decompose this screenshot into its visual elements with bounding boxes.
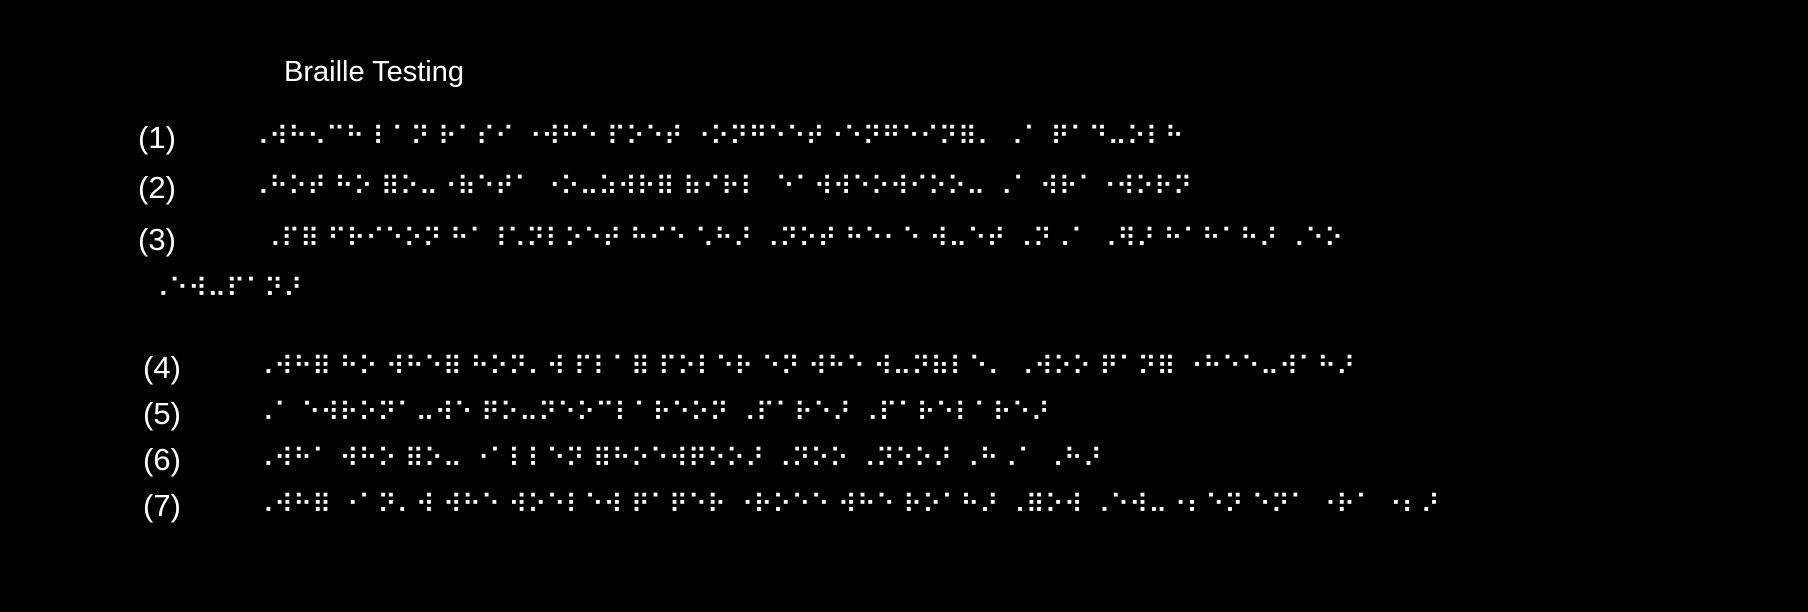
line-number: (7) — [143, 488, 181, 523]
page-title: Braille Testing — [284, 56, 465, 88]
line-number: (2) — [138, 170, 176, 205]
braille-text: ⠠⠏⠿ ⠋⠗⠊⠑⠕⠝ ⠓⠁⠸⠡⠝⠇⠕⠑⠞ ⠓⠊⠑ ⠡⠓⠜ ⠠⠝⠕⠞ ⠓⠑⠂⠑ ⠺… — [262, 224, 1344, 254]
line-number: (5) — [143, 396, 181, 431]
line-number: (3) — [138, 222, 176, 257]
braille-text: ⠠⠺⠓⠿ ⠐⠁⠝⠄⠺ ⠺⠓⠑ ⠺⠕⠑⠇⠑⠺ ⠟⠁⠟⠑⠗ ⠐⠗⠕⠑⠑ ⠺⠓⠑ ⠗⠕… — [255, 490, 1440, 520]
braille-text: ⠠⠺⠓⠢⠉⠓ ⠇⠁⠝ ⠗⠁⠎⠊ ⠐⠺⠓⠑ ⠏⠕⠑⠞ ⠐⠕⠝⠛⠑⠑⠞⠐⠑⠝⠛⠑⠊⠝… — [250, 122, 1184, 152]
line-number: (6) — [143, 442, 181, 477]
line-number: (4) — [143, 350, 181, 385]
braille-text: ⠠⠁ ⠑⠺⠗⠕⠝⠁⠤⠺⠑ ⠟⠕⠤⠝⠑⠕⠉⠇⠁⠗⠑⠕⠝ ⠠⠏⠁⠗⠑⠜ ⠠⠏⠁⠗⠑⠇… — [255, 398, 1050, 428]
braille-page: Braille Testing (1) ⠠⠺⠓⠢⠉⠓ ⠇⠁⠝ ⠗⠁⠎⠊ ⠐⠺⠓⠑… — [0, 0, 1808, 612]
line-number: (1) — [138, 120, 176, 155]
braille-text: ⠠⠺⠓⠿ ⠓⠕ ⠺⠓⠑⠿ ⠓⠕⠝⠄⠺ ⠏⠇⠁⠿ ⠏⠕⠇⠑⠗ ⠑⠝ ⠺⠓⠑ ⠺⠤⠝… — [255, 352, 1356, 382]
braille-text: ⠠⠑⠺⠤⠏⠁⠝⠜ — [150, 274, 303, 304]
braille-text: ⠠⠺⠓⠁ ⠺⠓⠕ ⠿⠕⠤ ⠐⠁⠇⠇⠑⠝ ⠿⠓⠕⠑⠺⠟⠕⠕⠜ ⠠⠝⠕⠕ ⠠⠝⠕⠕⠜… — [255, 444, 1102, 474]
braille-text: ⠠⠓⠕⠞ ⠓⠕ ⠿⠕⠤⠐⠷⠑⠞⠁ ⠐⠕⠤⠵⠺⠗⠿ ⠷⠊⠗⠇ ⠑⠁⠺⠺⠑⠕⠺⠊⠕⠕… — [250, 172, 1193, 202]
